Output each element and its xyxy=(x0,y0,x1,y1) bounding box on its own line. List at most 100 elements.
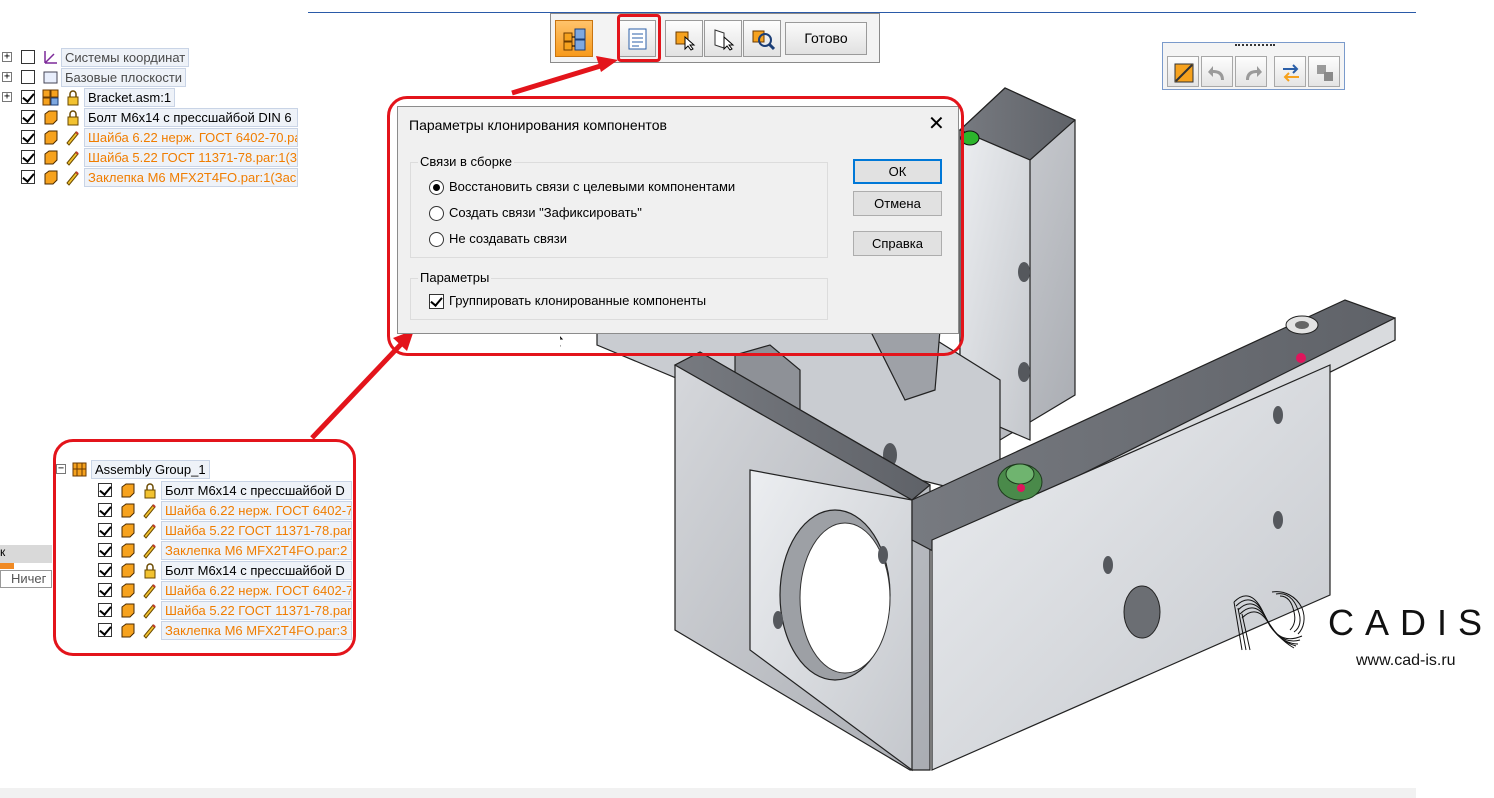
pencil-icon xyxy=(143,544,156,559)
cadis-logo-icon xyxy=(1233,591,1305,651)
select-face-icon xyxy=(714,29,735,51)
edit-toolbar xyxy=(1162,42,1345,90)
tree-item-group-root[interactable]: − Assembly Group_1 xyxy=(56,460,353,479)
zoom-search-button[interactable] xyxy=(743,20,781,57)
visibility-checkbox[interactable] xyxy=(98,483,112,497)
visibility-checkbox[interactable] xyxy=(98,623,112,637)
tree-item[interactable]: Шайба 5.22 ГОСТ 11371-78.par xyxy=(56,521,353,540)
part-icon xyxy=(121,503,135,518)
tree-item-label: Заклепка М6 MFX2T4FO.par:2 xyxy=(161,541,352,560)
pencil-icon xyxy=(143,624,156,639)
tree-item-label: Bracket.asm:1 xyxy=(84,88,176,107)
tree-item-label: Шайба 5.22 ГОСТ 11371-78.par xyxy=(161,601,352,620)
pencil-icon xyxy=(66,131,79,146)
part-icon xyxy=(121,523,135,538)
tree-item[interactable]: Болт М6х14 с прессшайбой D xyxy=(56,561,353,580)
logo-url: www.cad-is.ru xyxy=(1356,652,1456,669)
pencil-icon xyxy=(143,504,156,519)
lock-icon xyxy=(67,90,79,106)
expand-toggle[interactable]: + xyxy=(2,72,12,82)
tree-item[interactable]: Болт М6х14 с прессшайбой DIN 6 xyxy=(0,108,300,127)
tree-item[interactable]: Заклепка М6 MFX2T4FO.par:2 xyxy=(56,541,353,560)
visibility-checkbox[interactable] xyxy=(21,150,35,164)
part-icon xyxy=(44,150,58,165)
lock-icon xyxy=(144,483,156,499)
tree-item[interactable]: Заклепка М6 MFX2T4FO.par:3 xyxy=(56,621,353,640)
tree-item-label: Assembly Group_1 xyxy=(91,460,210,479)
coordinate-system-icon xyxy=(44,51,57,64)
select-component-icon xyxy=(675,31,696,51)
assembly-tree: + Системы координат + Базовые плоскости … xyxy=(0,48,300,188)
pencil-icon xyxy=(143,584,156,599)
tree-item[interactable]: Болт М6х14 с прессшайбой D xyxy=(56,481,353,500)
redo-button[interactable] xyxy=(1235,56,1267,87)
pencil-icon xyxy=(66,151,79,166)
part-icon xyxy=(121,483,135,498)
redo-icon xyxy=(1246,66,1262,80)
status-bar xyxy=(0,788,1416,798)
visibility-checkbox[interactable] xyxy=(21,70,35,84)
part-icon xyxy=(121,623,135,638)
part-icon xyxy=(121,603,135,618)
assembly-group-icon xyxy=(72,462,87,477)
tree-item-label: Базовые плоскости xyxy=(61,68,187,87)
visibility-checkbox[interactable] xyxy=(21,130,35,144)
expand-toggle[interactable]: + xyxy=(2,92,12,102)
filter-field[interactable]: Ничег xyxy=(0,570,52,588)
assembly-icon xyxy=(42,89,59,106)
tree-item-label: Шайба 5.22 ГОСТ 11371-78.par:1(3 xyxy=(84,148,298,167)
select-component-button[interactable] xyxy=(665,20,703,57)
done-button[interactable]: Готово xyxy=(785,22,867,55)
part-icon xyxy=(44,110,58,125)
tree-item-label: Болт М6х14 с прессшайбой D xyxy=(161,481,352,500)
visibility-checkbox[interactable] xyxy=(21,90,35,104)
tree-item[interactable]: + Системы координат xyxy=(0,48,300,67)
tree-item[interactable]: Заклепка М6 MFX2T4FO.par:1(Зас xyxy=(0,168,300,187)
visibility-checkbox[interactable] xyxy=(98,583,112,597)
panel-tab[interactable]: к xyxy=(0,545,52,563)
select-face-button[interactable] xyxy=(704,20,742,57)
highlight-dialog xyxy=(387,96,964,356)
tree-item[interactable]: Шайба 6.22 нерж. ГОСТ 6402-7 xyxy=(56,501,353,520)
tree-item[interactable]: + Bracket.asm:1 xyxy=(0,88,300,107)
tree-item-label: Шайба 6.22 нерж. ГОСТ 6402-7 xyxy=(161,581,352,600)
collapse-toggle[interactable]: − xyxy=(56,464,66,474)
tree-item-label: Заклепка М6 MFX2T4FO.par:3 xyxy=(161,621,352,640)
assembly-button[interactable] xyxy=(1308,56,1340,87)
tree-item[interactable]: Шайба 5.22 ГОСТ 11371-78.par xyxy=(56,601,353,620)
pencil-icon xyxy=(143,604,156,619)
tree-item-label: Шайба 5.22 ГОСТ 11371-78.par xyxy=(161,521,352,540)
part-icon xyxy=(121,543,135,558)
visibility-checkbox[interactable] xyxy=(21,50,35,64)
visibility-checkbox[interactable] xyxy=(98,603,112,617)
sketch-button[interactable] xyxy=(1167,56,1199,87)
swap-button[interactable] xyxy=(1274,56,1306,87)
visibility-checkbox[interactable] xyxy=(98,543,112,557)
visibility-checkbox[interactable] xyxy=(98,523,112,537)
visibility-checkbox[interactable] xyxy=(21,170,35,184)
zoom-search-icon xyxy=(752,30,775,51)
visibility-checkbox[interactable] xyxy=(98,503,112,517)
assembly-group-tree: − Assembly Group_1 Болт М6х14 с прессшай… xyxy=(56,460,353,640)
pencil-icon xyxy=(143,524,156,539)
part-icon xyxy=(44,170,58,185)
assembly-icon xyxy=(1317,65,1333,81)
part-icon xyxy=(121,583,135,598)
tree-item[interactable]: Шайба 5.22 ГОСТ 11371-78.par:1(3 xyxy=(0,148,300,167)
part-icon xyxy=(121,563,135,578)
panel-tab-label: к xyxy=(0,545,6,559)
tree-item-label: Шайба 6.22 нерж. ГОСТ 6402-7 xyxy=(161,501,352,520)
tab-indicator xyxy=(0,563,14,569)
swap-icon xyxy=(1283,64,1299,82)
logo-name: CADIS xyxy=(1328,602,1494,643)
tree-item[interactable]: Шайба 6.22 нерж. ГОСТ 6402-70.par xyxy=(0,128,300,147)
visibility-checkbox[interactable] xyxy=(98,563,112,577)
undo-button[interactable] xyxy=(1201,56,1233,87)
tree-item-label: Болт М6х14 с прессшайбой DIN 6 xyxy=(84,108,298,127)
drag-handle[interactable] xyxy=(1235,44,1275,48)
visibility-checkbox[interactable] xyxy=(21,110,35,124)
tree-item[interactable]: + Базовые плоскости xyxy=(0,68,300,87)
expand-toggle[interactable]: + xyxy=(2,52,12,62)
tree-item[interactable]: Шайба 6.22 нерж. ГОСТ 6402-7 xyxy=(56,581,353,600)
clone-components-icon xyxy=(563,28,586,51)
